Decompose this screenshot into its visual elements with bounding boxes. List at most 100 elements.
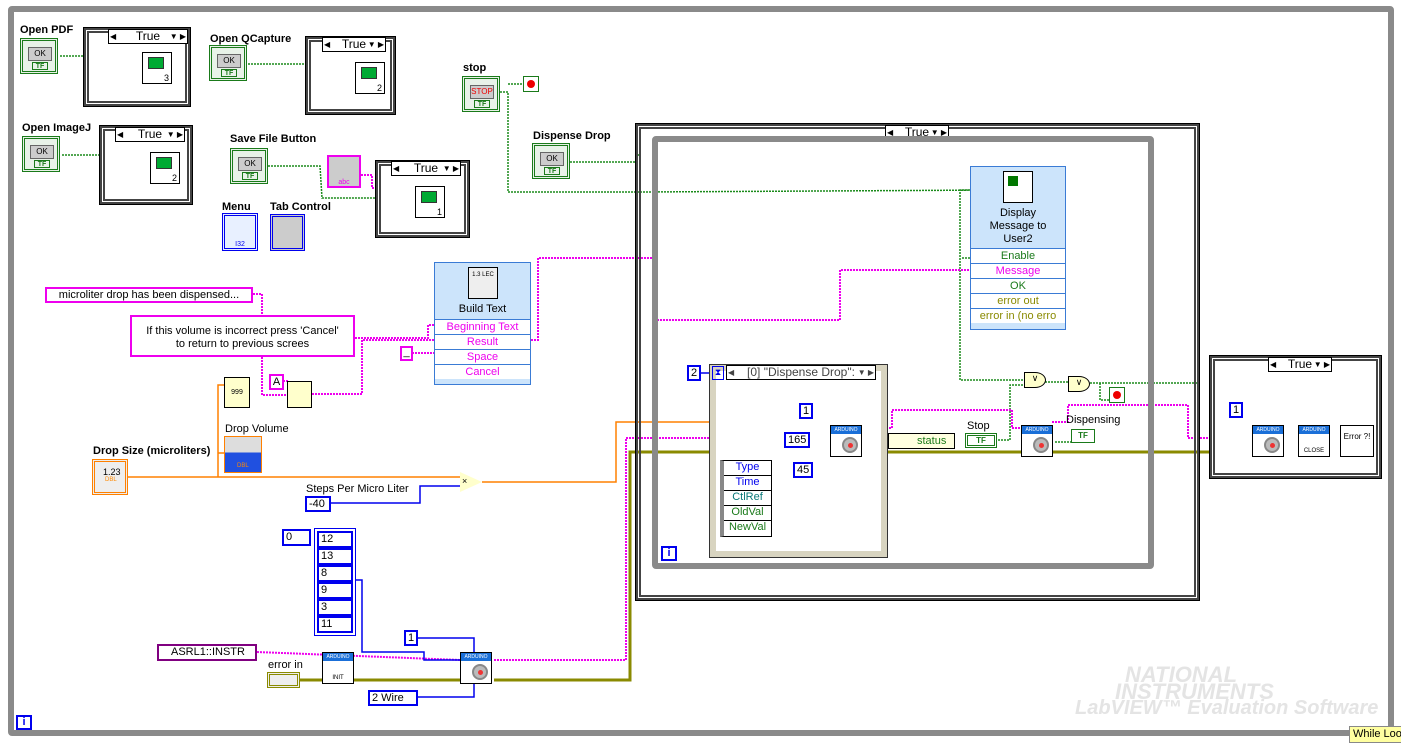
error-in-label: error in — [268, 659, 303, 671]
array-element[interactable]: 9 — [317, 582, 353, 599]
unbundle-status-node[interactable]: status — [888, 433, 955, 449]
cancel-message-constant[interactable]: If this volume is incorrect press 'Cance… — [130, 315, 355, 357]
dash-constant[interactable]: _ — [400, 346, 413, 361]
menu-label: Menu — [222, 201, 251, 213]
build-text-express-vi[interactable]: 1.3 LEC Build Text Beginning Text Result… — [434, 262, 531, 385]
iteration-terminal: i — [16, 715, 32, 730]
array-element[interactable]: 11 — [317, 616, 353, 633]
event-data-ctlref[interactable]: CtlRef — [724, 491, 771, 506]
array-index-display[interactable]: 0 — [282, 529, 311, 546]
stop-local-variable[interactable]: TF — [965, 433, 997, 448]
dispense-drop-label: Dispense Drop — [533, 130, 611, 142]
or-gate-1[interactable]: ∨ — [1024, 372, 1046, 388]
simple-error-handler-icon[interactable]: Error ?! — [1340, 425, 1374, 457]
loop-stop-terminal-icon[interactable] — [1109, 387, 1125, 403]
display-message-express-vi[interactable]: Display Message to User2 Enable Message OK… — [970, 166, 1066, 330]
or-gate-2[interactable]: ∨ — [1068, 376, 1090, 392]
string-array-constant[interactable]: abc — [327, 155, 361, 188]
constant-45[interactable]: 45 — [793, 462, 814, 478]
stop-button[interactable]: STOP TF — [462, 76, 500, 112]
steps-label: Steps Per Micro Liter — [306, 483, 409, 495]
arduino-write-vi[interactable]: ARDUINO — [1252, 425, 1284, 457]
output-ok[interactable]: OK — [971, 278, 1065, 293]
stop-label: stop — [463, 62, 487, 74]
build-text-title: Build Text — [458, 303, 507, 315]
save-file-label: Save File Button — [230, 133, 317, 145]
constant-1[interactable]: 1 — [404, 630, 419, 646]
event-selector[interactable]: [0] "Dispense Drop": — [726, 365, 876, 380]
case-selector[interactable]: True — [1268, 357, 1332, 372]
array-element[interactable]: 8 — [317, 565, 353, 582]
output-result[interactable]: Result — [435, 334, 530, 349]
timeout-constant[interactable]: 2 — [687, 365, 702, 381]
array-element[interactable]: 13 — [317, 548, 353, 565]
drop-volume-label: Drop Volume — [225, 423, 289, 435]
subvi-icon[interactable]: 2 — [355, 62, 385, 94]
display-message-title: Display Message to User2 — [989, 207, 1047, 245]
arduino-stepper-vi[interactable]: ARDUINO — [1021, 425, 1053, 457]
subvi-icon[interactable]: 1 — [415, 186, 445, 218]
event-data-time[interactable]: Time — [724, 476, 771, 491]
case-selector[interactable]: True — [391, 161, 461, 176]
tab-control[interactable] — [270, 214, 305, 251]
stop-local-label: Stop — [967, 420, 990, 432]
input-error-in[interactable]: error in (no erro — [971, 308, 1065, 323]
event-data-oldval[interactable]: OldVal — [724, 506, 771, 521]
visa-resource-constant[interactable]: ASRL1::INSTR — [157, 644, 257, 661]
iteration-terminal: i — [661, 546, 677, 561]
array-element[interactable]: 12 — [317, 531, 353, 548]
array-element[interactable]: 3 — [317, 599, 353, 616]
menu-control[interactable]: I32 — [222, 213, 258, 251]
build-text-icon: 1.3 LEC — [468, 267, 498, 299]
case-selector[interactable]: True — [322, 37, 386, 52]
open-qcapture-button[interactable]: OK TF — [209, 45, 247, 81]
steps-constant[interactable]: -40 — [305, 496, 331, 512]
arduino-init-vi[interactable]: ARDUINO INIT — [322, 652, 354, 684]
ok-text: OK — [28, 47, 52, 61]
tooltip: While Loo — [1349, 726, 1401, 743]
event-data-newval[interactable]: NewVal — [724, 521, 771, 536]
tf-type: TF — [32, 62, 48, 70]
dispensing-indicator[interactable]: TF — [1071, 429, 1095, 443]
save-file-button[interactable]: OK TF — [230, 148, 268, 184]
open-imagej-button[interactable]: OK TF — [22, 136, 60, 172]
output-error-out[interactable]: error out — [971, 293, 1065, 308]
error-in-control[interactable] — [267, 672, 300, 688]
hourglass-icon: ⧗ — [712, 366, 724, 380]
pins-array-constant[interactable]: 12 13 8 9 3 11 — [314, 528, 356, 636]
arduino-servo-write-vi[interactable]: ARDUINO — [830, 425, 862, 457]
case-selector[interactable]: True — [115, 127, 185, 142]
case-selector[interactable]: True — [108, 29, 188, 44]
open-pdf-button[interactable]: OK TF — [20, 38, 58, 74]
concatenate-strings-node[interactable] — [287, 381, 312, 408]
dispensed-string-constant[interactable]: microliter drop has been dispensed... — [45, 287, 253, 303]
event-data-node: Type Time CtlRef OldVal NewVal — [720, 460, 772, 537]
input-message[interactable]: Message — [971, 263, 1065, 278]
subvi-icon[interactable]: 3 — [142, 52, 172, 84]
ni-watermark: NATIONAL INSTRUMENTS LabVIEW™ Evaluation… — [1075, 662, 1379, 719]
display-message-icon — [1003, 171, 1033, 203]
stop-terminal-icon[interactable] — [523, 76, 539, 92]
drop-volume-indicator[interactable]: DBL — [224, 436, 262, 473]
constant-1[interactable]: 1 — [799, 403, 814, 419]
dispense-drop-button[interactable]: OK TF — [532, 143, 570, 179]
drop-size-control[interactable]: 1.23 DBL — [92, 459, 128, 495]
open-qcapture-label: Open QCapture — [210, 33, 292, 45]
constant-165[interactable]: 165 — [784, 432, 811, 448]
open-imagej-label: Open ImageJ — [22, 122, 92, 134]
drop-size-label: Drop Size (microliters) — [93, 445, 211, 457]
a-string-constant[interactable]: A — [269, 374, 284, 390]
input-enable[interactable]: Enable — [971, 248, 1065, 263]
arduino-close-vi[interactable]: ARDUINO CLOSE — [1298, 425, 1330, 457]
input-cancel[interactable]: Cancel — [435, 364, 530, 379]
dispensing-label: Dispensing — [1066, 414, 1121, 426]
subvi-icon[interactable]: 2 — [150, 152, 180, 184]
arduino-configure-vi[interactable]: ARDUINO — [460, 652, 492, 684]
tab-control-label: Tab Control — [270, 201, 331, 213]
input-space[interactable]: Space — [435, 349, 530, 364]
constant-1[interactable]: 1 — [1229, 402, 1244, 418]
wire-mode-ring[interactable]: 2 Wire — [368, 690, 418, 706]
input-beginning-text[interactable]: Beginning Text — [435, 319, 530, 334]
event-data-type[interactable]: Type — [724, 461, 771, 476]
number-to-string-node[interactable]: 999 — [224, 377, 250, 408]
